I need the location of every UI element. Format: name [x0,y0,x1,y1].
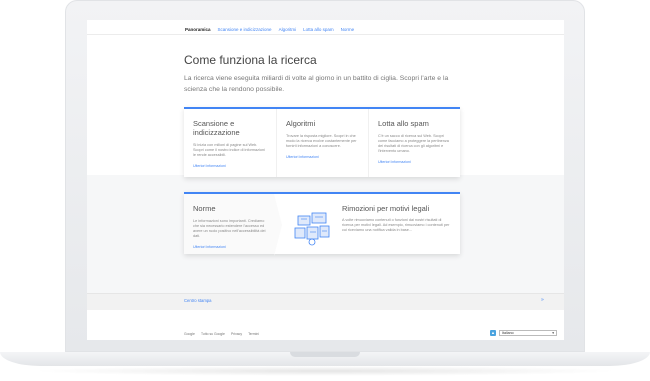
card-title: Algoritmi [286,119,316,128]
card-row-bottom: Norme Le informazioni sono importanti. C… [184,192,460,256]
language-select[interactable]: Italiano ▾ [499,330,557,336]
nav-item-crawling[interactable]: Scansione e indicizzazione [218,27,272,32]
laptop-shadow [30,366,620,376]
nav-item-policies[interactable]: Norme [341,27,355,32]
card-title: Rimozioni per motivi legali [342,204,430,213]
page-intro: La ricerca viene eseguita miliardi di vo… [184,75,449,93]
footer-link-about[interactable]: Tutto su Google [201,332,225,336]
card-spam[interactable]: Lotta allo spam C'è un sacco di ricerca … [368,109,460,177]
footer-arrow-icon[interactable]: » [541,297,544,303]
card-description: C'è un sacco di ricerca sul Web. Scopri … [378,134,449,153]
nav-item-algorithms[interactable]: Algoritmi [279,27,297,32]
footer-link-google[interactable]: Google [184,332,195,336]
card-row-top: Scansione e indicizzazione Si inizia con… [184,107,460,177]
page-title: Come funziona la ricerca [184,53,317,67]
removals-illustration-icon [294,212,330,246]
card-policies[interactable]: Norme Le informazioni sono importanti. C… [184,194,282,256]
footer-links: Google Tutto su Google Privacy Termini [184,332,259,336]
learn-more-link[interactable]: Ulteriori informazioni [193,245,266,249]
footer-link-privacy[interactable]: Privacy [231,332,242,336]
card-algorithms[interactable]: Algoritmi Trovare la risposta migliore. … [276,109,368,177]
nav-item-overview[interactable]: Panoramica [185,27,211,32]
nav-divider [87,34,564,35]
laptop-screen: Panoramica Scansione e indicizzazione Al… [87,20,564,340]
laptop-notch [290,352,360,357]
language-picker: ▲ Italiano ▾ [490,330,557,336]
card-description: A volte rimuoviamo contenuti o funzioni … [342,218,450,232]
card-description: Trovare la risposta migliore. Scopri in … [286,134,357,148]
card-legal-removals[interactable]: Rimozioni per motivi legali A volte rimu… [274,194,460,254]
learn-more-link[interactable]: Ulteriori informazioni [378,160,452,164]
card-description: Le informazioni sono importanti. Crediam… [193,219,266,238]
footer-bar [87,293,564,310]
card-crawling[interactable]: Scansione e indicizzazione Si inizia con… [184,109,276,177]
top-nav: Panoramica Scansione e indicizzazione Al… [185,27,354,32]
chevron-down-icon: ▾ [552,331,554,335]
learn-more-link[interactable]: Ulteriori informazioni [193,164,268,168]
language-value: Italiano [502,331,514,335]
card-title: Norme [193,204,216,213]
card-description: Si inizia con milioni di pagine sul Web.… [193,143,265,157]
card-title: Scansione e indicizzazione [193,119,240,137]
globe-icon: ▲ [490,330,496,336]
card-title: Lotta allo spam [378,119,429,128]
footer-link-terms[interactable]: Termini [248,332,259,336]
removals-text: Rimozioni per motivi legali A volte rimu… [342,204,452,254]
press-center-link[interactable]: Centro stampa [184,298,211,303]
learn-more-link[interactable]: Ulteriori informazioni [286,155,360,159]
nav-item-spam[interactable]: Lotta allo spam [303,27,334,32]
